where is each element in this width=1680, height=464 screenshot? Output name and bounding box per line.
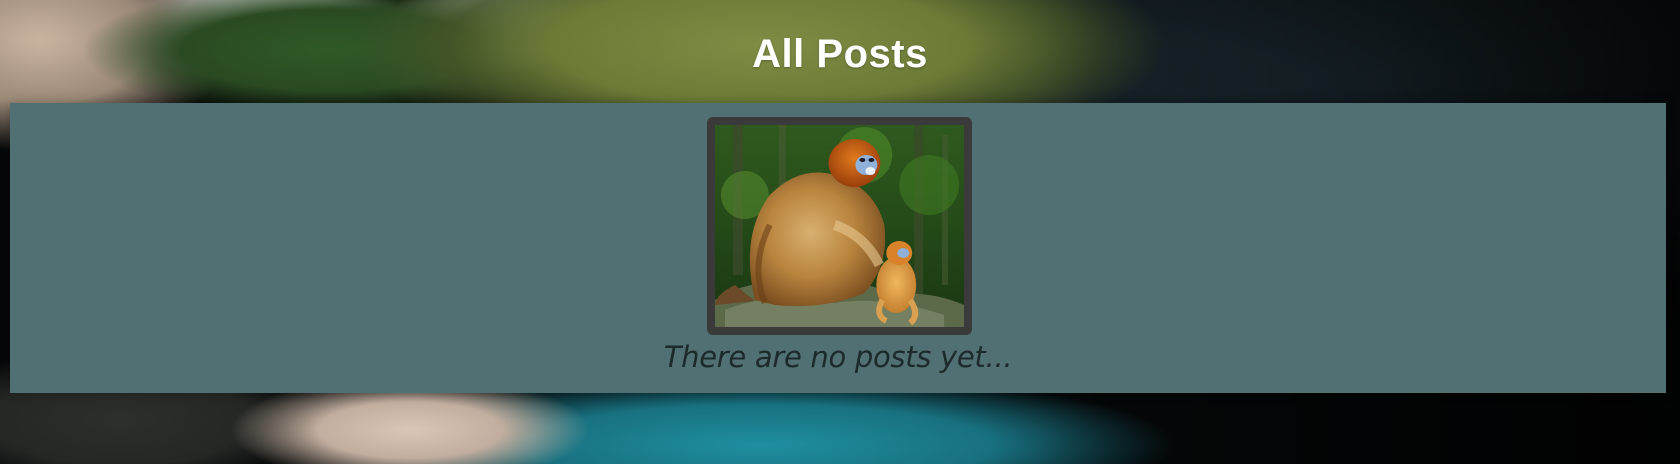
placeholder-image-frame xyxy=(707,117,972,335)
no-posts-message: There are no posts yet... xyxy=(663,340,1013,374)
monkey-placeholder-image xyxy=(715,125,964,327)
page-title: All Posts xyxy=(752,32,928,76)
posts-panel: There are no posts yet... xyxy=(10,103,1666,393)
